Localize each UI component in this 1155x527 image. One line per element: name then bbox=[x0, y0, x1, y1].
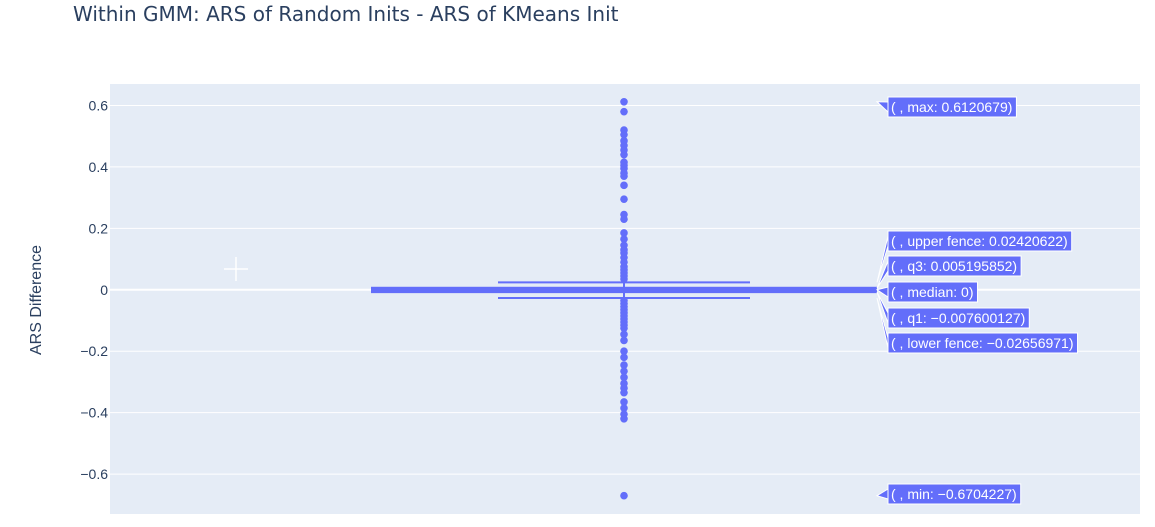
outlier-point bbox=[620, 336, 628, 345]
y-tick-label: 0.6 bbox=[89, 98, 109, 114]
outlier-point bbox=[620, 414, 628, 423]
y-tick-label: 0 bbox=[100, 282, 108, 298]
hover-label-median: ( , median: 0) bbox=[875, 281, 978, 303]
outlier-point bbox=[620, 353, 628, 362]
hover-label-text: ( , q1: −0.007600127) bbox=[891, 310, 1025, 326]
outlier-point bbox=[620, 107, 628, 116]
y-axis-ticks: 0.6 0.4 0.2 0 −0.2 −0.4 −0.6 bbox=[80, 98, 108, 483]
outlier-point bbox=[620, 150, 628, 159]
outlier-point bbox=[620, 181, 628, 190]
outlier-point bbox=[620, 97, 628, 106]
hover-label-text: ( , max: 0.6120679) bbox=[891, 99, 1012, 115]
hover-label-text: ( , median: 0) bbox=[891, 284, 973, 300]
y-tick-label: 0.2 bbox=[89, 220, 109, 236]
outlier-point bbox=[620, 388, 628, 397]
y-tick-label: −0.6 bbox=[80, 466, 108, 482]
hover-label-max: ( , max: 0.6120679) bbox=[875, 96, 1017, 118]
y-tick-label: −0.4 bbox=[80, 405, 108, 421]
y-axis-title: ARS Difference bbox=[28, 245, 45, 355]
outlier-point bbox=[620, 195, 628, 203]
outlier-point bbox=[620, 491, 628, 500]
y-tick-label: −0.2 bbox=[80, 343, 108, 359]
outlier-point bbox=[620, 172, 628, 180]
y-tick-label: 0.4 bbox=[89, 159, 109, 175]
outlier-point bbox=[620, 215, 628, 223]
hover-label-text: ( , q3: 0.005195852) bbox=[891, 258, 1017, 274]
chart-title: Within GMM: ARS of Random Inits - ARS of… bbox=[73, 2, 619, 26]
hover-label-min: ( , min: −0.6704227) bbox=[875, 483, 1022, 505]
hover-label-text: ( , upper fence: 0.02420622) bbox=[891, 233, 1068, 249]
hover-label-text: ( , min: −0.6704227) bbox=[891, 486, 1017, 502]
chart: Within GMM: ARS of Random Inits - ARS of… bbox=[28, 2, 1140, 514]
hover-label-text: ( , lower fence: −0.02656971) bbox=[891, 335, 1074, 351]
outlier-point bbox=[620, 275, 628, 283]
